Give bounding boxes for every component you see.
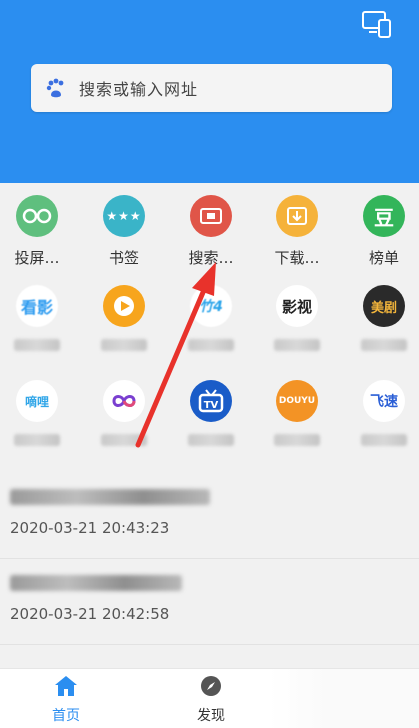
blurred-label: [361, 339, 407, 351]
site-shortcut[interactable]: TV: [173, 380, 249, 470]
tool-label: 投屏…: [14, 249, 60, 267]
svg-text:TV: TV: [204, 400, 219, 411]
home-icon: [54, 675, 78, 701]
search-placeholder: 搜索或输入网址: [79, 80, 199, 99]
site-logo-icon: 竹4: [190, 285, 232, 327]
bottom-nav: 首页 发现: [0, 668, 419, 728]
site-shortcut[interactable]: [86, 285, 162, 375]
blurred-label: [188, 339, 234, 351]
history-time: 2020-03-21 20:43:23: [10, 519, 170, 537]
tab-discover[interactable]: 发现: [176, 675, 246, 727]
tab-home[interactable]: 首页: [31, 675, 101, 727]
blurred-label: [274, 434, 320, 446]
tv-logo-icon: TV: [190, 380, 232, 422]
blurred-label: [188, 434, 234, 446]
tool-label: 下载…: [274, 249, 320, 267]
yingshi-logo-icon: 影视: [276, 285, 318, 327]
site-shortcut[interactable]: 嘀哩: [0, 380, 75, 470]
cast-glasses-icon: [16, 195, 58, 237]
blurred-label: [361, 434, 407, 446]
tool-label: 书签: [108, 249, 139, 267]
tab-home-label: 首页: [52, 708, 80, 724]
history-item[interactable]: 2020-03-21 20:42:58: [0, 559, 419, 645]
blurred-label: [101, 339, 147, 351]
blurred-label: [14, 434, 60, 446]
site-shortcut[interactable]: [86, 380, 162, 470]
site-shortcut[interactable]: 竹4: [173, 285, 249, 375]
history-time: 2020-03-21 20:42:58: [10, 605, 170, 623]
tool-bookmark[interactable]: ★★★ 书签: [86, 195, 162, 285]
tool-download[interactable]: 下载…: [259, 195, 335, 285]
meiju-logo-icon: 美剧: [363, 285, 405, 327]
site-shortcut[interactable]: DOUYU: [259, 380, 335, 470]
rank-dou-icon: 豆: [363, 195, 405, 237]
header: 搜索或输入网址: [0, 0, 419, 183]
search-input[interactable]: 搜索或输入网址: [31, 64, 392, 112]
compass-icon: [200, 675, 222, 701]
tool-ranking[interactable]: 豆 榜单: [346, 195, 419, 285]
tool-search[interactable]: 搜索…: [173, 195, 249, 285]
sites-row-2: 嘀哩 TV DOUYU 飞速: [0, 380, 419, 470]
blurred-area: [269, 669, 419, 728]
tool-label: 搜索…: [188, 249, 234, 267]
download-icon: [276, 195, 318, 237]
site-shortcut[interactable]: 看影: [0, 285, 75, 375]
kanying-logo-icon: 看影: [16, 285, 58, 327]
site-shortcut[interactable]: 飞速: [346, 380, 419, 470]
site-shortcut[interactable]: 影视: [259, 285, 335, 375]
feisu-logo-icon: 飞速: [363, 380, 405, 422]
dili-logo-icon: 嘀哩: [16, 380, 58, 422]
sites-row-1: 看影 竹4 影视 美剧: [0, 285, 419, 375]
tab-discover-label: 发现: [197, 708, 225, 724]
search-screen-icon: [190, 195, 232, 237]
blurred-label: [14, 339, 60, 351]
douyu-logo-icon: DOUYU: [276, 380, 318, 422]
baidu-paw-icon: [45, 77, 67, 99]
blurred-label: [101, 434, 147, 446]
bookmark-stars-icon: ★★★: [103, 195, 145, 237]
tool-label: 榜单: [368, 249, 399, 267]
blurred-title: [10, 575, 182, 591]
blurred-title: [10, 489, 210, 505]
play-logo-icon: [103, 285, 145, 327]
device-sync-icon[interactable]: [361, 8, 393, 40]
tool-cast[interactable]: 投屏…: [0, 195, 75, 285]
history-item[interactable]: 2020-03-21 20:43:23: [0, 473, 419, 559]
blurred-label: [274, 339, 320, 351]
site-shortcut[interactable]: 美剧: [346, 285, 419, 375]
tools-row: 投屏… ★★★ 书签 搜索… 下载… 豆 榜单: [0, 195, 419, 285]
infinity-logo-icon: [103, 380, 145, 422]
home-content: 投屏… ★★★ 书签 搜索… 下载… 豆 榜单 看影 竹4 影视 美剧 嘀哩 T…: [0, 183, 419, 668]
